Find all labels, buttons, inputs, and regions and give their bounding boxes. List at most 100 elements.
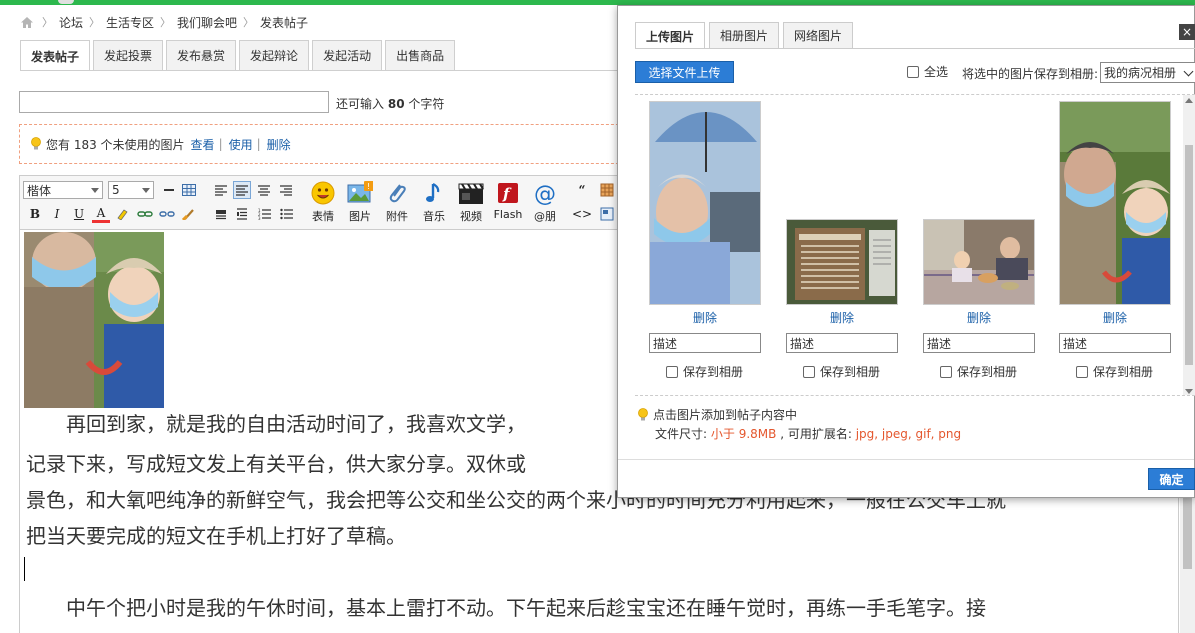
scroll-down-icon[interactable] [1185, 389, 1193, 394]
delete-image-link[interactable]: 删除 [649, 309, 761, 326]
select-all-label: 全选 [924, 65, 949, 79]
emoji-button[interactable]: 表情 [305, 180, 341, 226]
dialog-scrollbar[interactable] [1183, 95, 1195, 395]
tab-new-reward[interactable]: 发布悬赏 [166, 40, 237, 70]
tab-new-activity[interactable]: 发起活动 [312, 40, 383, 70]
use-images-link[interactable]: 使用 [229, 136, 253, 153]
unlink-icon[interactable] [158, 205, 176, 223]
insert-image-button[interactable]: ! 图片 [342, 180, 378, 226]
text-caret [24, 557, 25, 581]
uploaded-image-thumbnail[interactable] [649, 101, 761, 305]
chevron-right-icon: 〉 [243, 16, 255, 29]
font-family-select[interactable]: 楷体 [23, 181, 103, 199]
breadcrumb-current: 发表帖子 [260, 15, 309, 30]
char-hint-suffix: 个字符 [408, 97, 445, 111]
save-to-album-checkbox[interactable]: 保存到相册 [940, 363, 1017, 380]
delete-images-link[interactable]: 删除 [267, 136, 291, 153]
breadcrumb-item[interactable]: 论坛 [59, 14, 83, 31]
tab-new-poll[interactable]: 发起投票 [93, 40, 164, 70]
indent-icon[interactable] [233, 205, 251, 223]
extensions-label: , 可用扩展名: [780, 427, 852, 441]
ordered-list-icon[interactable]: 123 [255, 205, 273, 223]
home-icon[interactable] [20, 16, 34, 29]
delete-image-link[interactable]: 删除 [1059, 309, 1171, 326]
tab-album-image[interactable]: 相册图片 [709, 22, 780, 48]
dialog-tabs-divider [635, 48, 1195, 49]
font-size-select[interactable]: 5 [108, 181, 154, 199]
font-family-value: 楷体 [27, 183, 52, 198]
attachment-button[interactable]: 附件 [379, 180, 415, 226]
delete-image-link[interactable]: 删除 [786, 309, 898, 326]
checkbox-box[interactable] [940, 365, 952, 378]
uploaded-image-thumbnail[interactable] [1059, 101, 1171, 305]
post-type-tabs: 发表帖子 发起投票 发布悬赏 发起辩论 发起活动 出售商品 [20, 40, 458, 71]
breadcrumb-item[interactable]: 生活专区 [106, 14, 154, 31]
save-to-album-checkbox[interactable]: 保存到相册 [1076, 363, 1153, 380]
tab-new-post[interactable]: 发表帖子 [20, 40, 91, 71]
select-all-checkbox[interactable]: 全选 [907, 63, 948, 80]
unordered-list-icon[interactable] [277, 205, 295, 223]
uploaded-image-thumbnail[interactable] [923, 219, 1035, 305]
album-select[interactable]: 我的病况相册 [1100, 62, 1195, 83]
checkbox-box[interactable] [907, 65, 919, 78]
checkbox-box[interactable] [1076, 365, 1088, 378]
uploaded-image-thumbnail[interactable] [786, 219, 898, 305]
align-justify-icon[interactable] [233, 181, 251, 199]
image-description-input[interactable]: 描述 [1059, 333, 1171, 353]
chevron-right-icon: 〉 [89, 16, 101, 29]
paragraph-line: 中午个把小时是我的午休时间，基本上雷打不动。下午起来后趁宝宝还在睡午觉时，再练一… [26, 596, 986, 620]
bold-button[interactable]: B [26, 205, 44, 223]
paragraph-line: 再回到家，就是我的自由活动时间了，我喜欢文学， [26, 412, 526, 436]
confirm-button[interactable]: 确定 [1148, 468, 1195, 490]
clear-format-icon[interactable] [180, 205, 198, 223]
tab-web-image[interactable]: 网络图片 [783, 22, 854, 48]
tab-sell-goods[interactable]: 出售商品 [385, 40, 456, 70]
underline-button[interactable]: U [70, 205, 88, 223]
link-icon[interactable] [136, 205, 154, 223]
scrollbar-thumb[interactable] [1185, 145, 1193, 365]
breadcrumb-item[interactable]: 我们聊会吧 [177, 14, 237, 31]
select-file-upload-button[interactable]: 选择文件上传 [635, 61, 734, 83]
page-icon[interactable] [598, 205, 616, 223]
tab-upload-image[interactable]: 上传图片 [635, 22, 706, 49]
extensions-value: jpg, jpeg, gif, png [855, 427, 962, 441]
tab-new-debate[interactable]: 发起辩论 [239, 40, 310, 70]
close-icon[interactable]: × [1179, 24, 1195, 40]
unused-images-notice: 您有 183 个未使用的图片 查看 | 使用 | 删除 [19, 124, 639, 164]
post-title-input[interactable] [19, 91, 329, 113]
horizontal-rule-icon[interactable] [160, 181, 178, 199]
align-center-icon[interactable] [255, 181, 273, 199]
lightbulb-icon [30, 137, 42, 151]
view-images-link[interactable]: 查看 [191, 136, 215, 153]
checkbox-box[interactable] [803, 365, 815, 378]
file-size-label: 文件尺寸: [655, 427, 708, 441]
align-left-icon[interactable] [212, 181, 230, 199]
image-description-input[interactable]: 描述 [649, 333, 761, 353]
table-icon[interactable] [180, 181, 198, 199]
save-to-album-checkbox[interactable]: 保存到相册 [803, 363, 880, 380]
quote-button[interactable]: “ [573, 181, 591, 199]
char-count-hint: 还可输入 80 个字符 [336, 95, 444, 112]
save-to-album-label: 保存到相册 [957, 365, 1018, 379]
align-right-icon[interactable] [277, 181, 295, 199]
separator: | [256, 137, 261, 151]
highlight-icon[interactable] [114, 205, 132, 223]
unused-images-text: 您有 183 个未使用的图片 [46, 137, 185, 152]
italic-button[interactable]: I [48, 205, 66, 223]
mention-button[interactable]: @ @朋 [527, 180, 563, 226]
video-button[interactable]: 视频 [453, 180, 489, 226]
paragraph-icon[interactable] [212, 205, 230, 223]
music-button[interactable]: 音乐 [416, 180, 452, 226]
editor-toolbar: 楷体 5 B I U A 123 表情 ! 图片 附件 音乐 视频 f Flas… [19, 175, 639, 229]
flash-button[interactable]: f Flash [490, 180, 526, 226]
checkbox-box[interactable] [666, 365, 678, 378]
scroll-up-icon[interactable] [1185, 98, 1193, 103]
free-icon[interactable] [598, 181, 616, 199]
image-description-input[interactable]: 描述 [923, 333, 1035, 353]
delete-image-link[interactable]: 删除 [923, 309, 1035, 326]
inserted-photo[interactable] [24, 232, 164, 408]
code-button[interactable]: <> [572, 205, 592, 223]
save-to-album-checkbox[interactable]: 保存到相册 [666, 363, 743, 380]
font-color-button[interactable]: A [92, 205, 110, 223]
image-description-input[interactable]: 描述 [786, 333, 898, 353]
